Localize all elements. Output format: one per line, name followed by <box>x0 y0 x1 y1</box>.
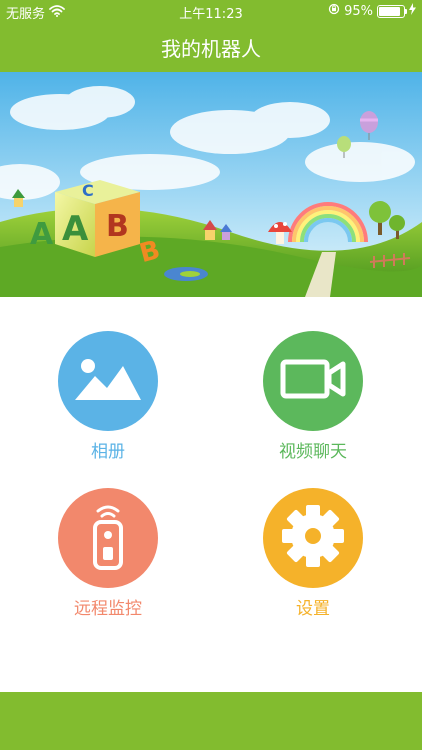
gear-icon <box>280 503 346 573</box>
remote-monitor-button[interactable] <box>58 488 158 588</box>
svg-text:A: A <box>62 209 89 249</box>
settings-tile[interactable]: 设置 <box>233 488 393 619</box>
feature-menu: 相册 视频聊天 远程监控 设置 <box>0 297 422 692</box>
rotation-lock-icon <box>328 3 340 19</box>
video-camera-icon <box>280 357 346 405</box>
album-tile[interactable]: 相册 <box>28 331 188 462</box>
battery-percent: 95% <box>344 3 373 19</box>
album-button[interactable] <box>58 331 158 431</box>
settings-button[interactable] <box>263 488 363 588</box>
svg-text:B: B <box>106 209 129 244</box>
image-icon <box>73 354 143 408</box>
status-right: 95% <box>328 3 416 19</box>
svg-text:C: C <box>82 181 94 200</box>
navigation-bar: 我的机器人 <box>0 22 422 72</box>
remote-control-icon <box>85 501 131 575</box>
page-title: 我的机器人 <box>161 36 261 61</box>
svg-text:A: A <box>30 217 54 252</box>
settings-label: 设置 <box>296 599 330 619</box>
video-chat-label: 视频聊天 <box>279 442 347 462</box>
battery-icon <box>377 4 407 18</box>
video-chat-button[interactable] <box>263 331 363 431</box>
remote-monitor-label: 远程监控 <box>74 599 142 619</box>
charging-icon <box>409 3 416 19</box>
remote-monitor-tile[interactable]: 远程监控 <box>28 488 188 619</box>
status-bar: 无服务 上午11:23 95% <box>0 0 422 22</box>
bottom-bar <box>0 692 422 750</box>
banner-illustration: A A B C B <box>0 72 422 297</box>
video-chat-tile[interactable]: 视频聊天 <box>233 331 393 462</box>
album-label: 相册 <box>91 442 125 462</box>
